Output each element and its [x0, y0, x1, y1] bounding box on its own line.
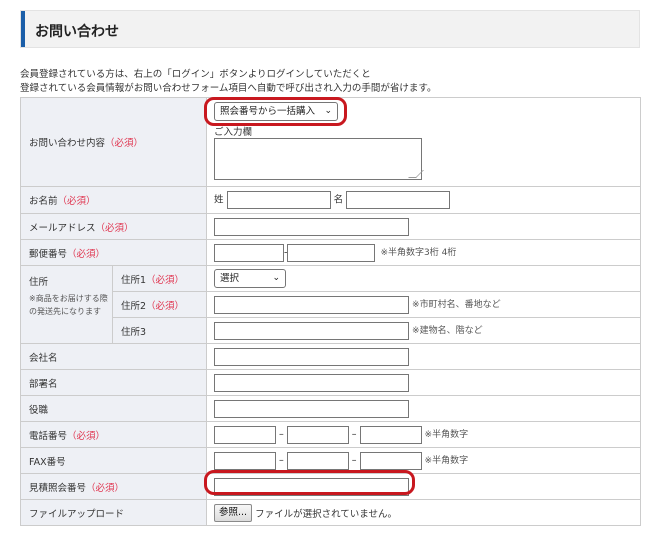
label-name: お名前（必須）: [20, 186, 207, 214]
address-2-input[interactable]: [214, 295, 409, 314]
first-name-label: 名: [333, 194, 344, 206]
phone-separator: –: [279, 429, 284, 440]
label-address-1: 住所1（必須）: [112, 265, 207, 292]
inquiry-textarea[interactable]: [214, 138, 422, 180]
chevron-down-icon: ⌄: [272, 273, 280, 283]
postal-code-2-input[interactable]: [287, 243, 376, 262]
label-department: 部署名: [20, 369, 207, 396]
label-address: 住所 ※商品をお届けする際の発送先になります: [20, 265, 113, 344]
prefecture-select[interactable]: 選択 ⌄: [214, 269, 286, 288]
label-quote-number: 見積照会番号（必須）: [20, 473, 207, 500]
position-input[interactable]: [214, 399, 409, 418]
label-address-2: 住所2（必須）: [112, 291, 207, 318]
file-browse-button[interactable]: 参照...: [214, 503, 253, 522]
label-phone: 電話番号（必須）: [20, 421, 207, 448]
fax-3-input[interactable]: [359, 451, 422, 470]
label-address-3: 住所3: [112, 317, 207, 344]
row-quote-number: 見積照会番号（必須）: [20, 473, 641, 500]
row-address-1: 住所 ※商品をお届けする際の発送先になります 住所1（必須） 選択 ⌄: [20, 265, 641, 344]
phone-separator: –: [351, 429, 357, 440]
email-input[interactable]: [214, 217, 409, 236]
address-3-input[interactable]: [214, 321, 409, 340]
intro-line-2: 登録されている会員情報がお問い合わせフォーム項目へ自動で呼び出され入力の手間が省…: [20, 83, 437, 94]
address-2-note: ※市町村名、番地など: [412, 300, 501, 310]
intro-text: 会員登録されている方は、右上の「ログイン」ボタンよりログインしていただくと 登録…: [20, 68, 640, 96]
intro-line-1: 会員登録されている方は、右上の「ログイン」ボタンよりログインしていただくと: [20, 69, 371, 80]
label-postal: 郵便番号（必須）: [20, 239, 207, 266]
row-position: 役職: [20, 395, 641, 422]
label-email: メールアドレス（必須）: [20, 213, 207, 240]
department-input[interactable]: [214, 373, 409, 392]
address-note: ※商品をお届けする際の発送先になります: [29, 294, 108, 316]
inquiry-sub-label: ご入力欄: [214, 127, 253, 138]
company-input[interactable]: [214, 347, 409, 366]
fax-2-input[interactable]: [286, 451, 349, 470]
fax-1-input[interactable]: [214, 451, 276, 470]
phone-1-input[interactable]: [214, 425, 276, 444]
required-mark: （必須）: [105, 138, 144, 149]
first-name-input[interactable]: [346, 191, 451, 209]
quote-number-input[interactable]: [214, 477, 409, 496]
row-address-3: 住所3 ※建物名、階など: [21, 317, 641, 344]
label-inquiry: お問い合わせ内容（必須）: [20, 97, 207, 187]
row-inquiry: お問い合わせ内容（必須） 照会番号から一括購入 ⌄ ご入力欄: [20, 97, 641, 187]
inquiry-form: お問い合わせ内容（必須） 照会番号から一括購入 ⌄ ご入力欄 お名前（必須） 姓…: [20, 97, 641, 526]
row-company: 会社名: [20, 343, 641, 370]
address-3-note: ※建物名、階など: [412, 326, 483, 336]
row-postal: 郵便番号（必須） - ※半角数字3桁 4桁: [20, 239, 641, 266]
fax-note: ※半角数字: [424, 456, 469, 466]
row-email: メールアドレス（必須）: [20, 213, 641, 240]
fax-separator: –: [351, 455, 357, 466]
phone-note: ※半角数字: [424, 430, 469, 440]
label-fax: FAX番号: [20, 447, 207, 474]
row-department: 部署名: [20, 369, 641, 396]
label-file-upload: ファイルアップロード: [20, 499, 207, 526]
row-address-2: 住所2（必須） ※市町村名、番地など: [21, 291, 641, 318]
label-position: 役職: [20, 395, 207, 422]
file-status-text: ファイルが選択されていません。: [255, 508, 398, 520]
last-name-input[interactable]: [226, 191, 331, 209]
header-accent-bar: [21, 11, 25, 47]
row-name: お名前（必須） 姓 名: [20, 186, 641, 214]
page-header: お問い合わせ: [20, 10, 640, 48]
phone-3-input[interactable]: [359, 425, 422, 444]
fax-separator: –: [279, 455, 284, 466]
row-file-upload: ファイルアップロード 参照... ファイルが選択されていません。: [20, 499, 641, 526]
postal-note: ※半角数字3桁 4桁: [380, 248, 457, 258]
phone-2-input[interactable]: [286, 425, 349, 444]
inquiry-type-select[interactable]: 照会番号から一括購入 ⌄: [214, 102, 338, 121]
postal-code-1-input[interactable]: [214, 243, 284, 262]
row-fax: FAX番号 – – ※半角数字: [20, 447, 641, 474]
chevron-down-icon: ⌄: [324, 106, 332, 116]
label-company: 会社名: [20, 343, 207, 370]
page-title: お問い合わせ: [35, 24, 119, 40]
last-name-label: 姓: [214, 194, 224, 206]
row-phone: 電話番号（必須） – – ※半角数字: [20, 421, 641, 448]
